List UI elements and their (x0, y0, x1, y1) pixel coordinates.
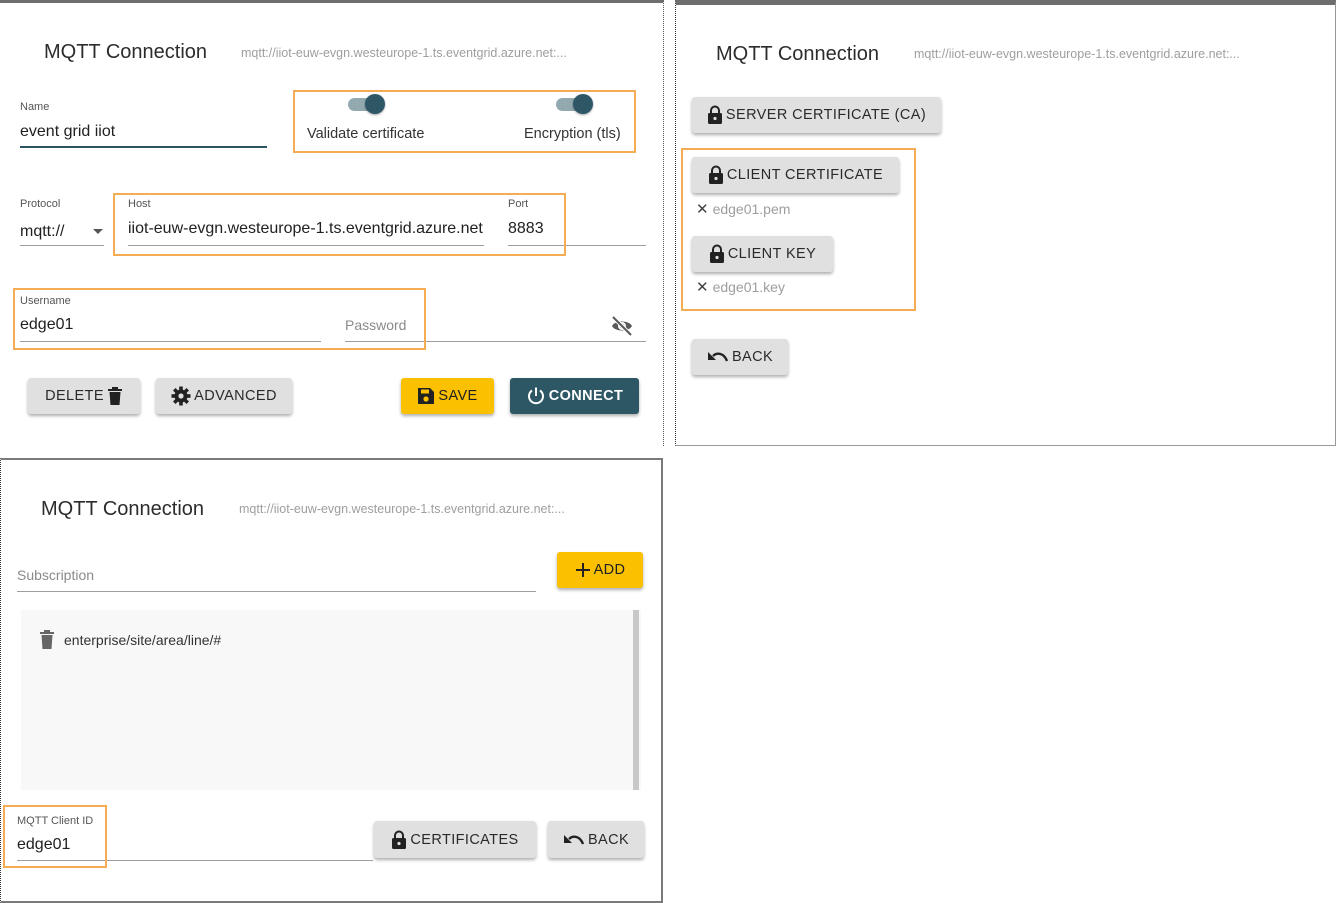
add-button-label: ADD (593, 562, 626, 578)
delete-button[interactable]: DELETE (28, 378, 140, 414)
username-underline (20, 341, 321, 342)
connection-panel: MQTT Connection mqtt://iiot-euw-evgn.wes… (0, 0, 664, 446)
client-id-underline (17, 860, 373, 861)
subscription-topic: enterprise/site/area/line/# (64, 631, 222, 648)
name-label: Name (20, 101, 50, 113)
eye-off-icon[interactable] (610, 315, 634, 342)
connection-url: mqtt://iiot-euw-evgn.westeurope-1.ts.eve… (241, 46, 567, 60)
trash-icon (107, 387, 122, 405)
add-subscription-button[interactable]: ADD (557, 552, 643, 588)
advanced-panel: MQTT Connection mqtt://iiot-euw-evgn.wes… (0, 458, 663, 903)
lock-icon (392, 830, 407, 849)
advanced-button-label: ADVANCED (194, 388, 277, 404)
advanced-button[interactable]: ADVANCED (156, 378, 292, 414)
client-certificate-filename: edge01.pem (712, 201, 791, 217)
host-label: Host (128, 198, 151, 210)
certificates-button[interactable]: CERTIFICATES (374, 821, 536, 858)
host-underline (128, 245, 484, 246)
trash-icon[interactable] (39, 630, 55, 649)
client-key-button[interactable]: CLIENT KEY (692, 236, 833, 272)
lock-icon (708, 165, 723, 184)
client-key-file: ✕ edge01.key (696, 278, 785, 296)
save-button[interactable]: SAVE (401, 378, 494, 414)
back-button[interactable]: BACK (692, 339, 788, 375)
plus-icon (575, 563, 590, 577)
lock-icon (709, 244, 724, 263)
port-label: Port (508, 198, 529, 210)
client-key-label: CLIENT KEY (727, 246, 817, 262)
encryption-label: Encryption (tls) (524, 126, 621, 142)
back-button-label: BACK (731, 349, 774, 365)
undo-icon (707, 352, 729, 362)
floppy-disk-icon (418, 388, 435, 404)
protocol-value: mqtt:// (20, 223, 65, 240)
remove-file-icon[interactable]: ✕ (696, 278, 709, 296)
client-certificate-label: CLIENT CERTIFICATE (726, 167, 884, 183)
connect-button-label: CONNECT (548, 388, 624, 404)
certificates-panel: MQTT Connection mqtt://iiot-euw-evgn.wes… (675, 0, 1336, 446)
certificates-button-label: CERTIFICATES (410, 831, 519, 848)
password-underline (345, 341, 646, 342)
password-field[interactable]: Password (345, 317, 600, 339)
list-item: enterprise/site/area/line/# (39, 630, 221, 649)
name-underline (20, 146, 267, 148)
connect-button[interactable]: CONNECT (510, 378, 639, 414)
username-field[interactable]: edge01 (20, 316, 320, 340)
save-button-label: SAVE (438, 388, 478, 404)
server-certificate-button[interactable]: SERVER CERTIFICATE (CA) (692, 97, 941, 133)
protocol-label: Protocol (20, 198, 61, 210)
back-button-label: BACK (587, 831, 630, 848)
client-id-field[interactable]: edge01 (17, 836, 367, 860)
lock-icon (707, 105, 722, 124)
undo-icon (563, 834, 585, 845)
host-field[interactable]: iiot-euw-evgn.westeurope-1.ts.eventgrid.… (128, 220, 488, 244)
gear-icon (171, 386, 191, 406)
delete-button-label: DELETE (45, 388, 104, 404)
validate-certificate-toggle[interactable] (348, 93, 388, 117)
chevron-down-icon (93, 229, 103, 234)
subscription-input[interactable]: Subscription (17, 567, 535, 589)
protocol-underline (20, 245, 104, 246)
remove-file-icon[interactable]: ✕ (696, 200, 709, 218)
connection-url: mqtt://iiot-euw-evgn.westeurope-1.ts.eve… (914, 47, 1240, 61)
connection-url: mqtt://iiot-euw-evgn.westeurope-1.ts.eve… (239, 502, 565, 516)
client-certificate-file: ✕ edge01.pem (696, 200, 790, 218)
panel-title: MQTT Connection (41, 498, 205, 520)
server-certificate-label: SERVER CERTIFICATE (CA) (725, 107, 927, 123)
port-underline (508, 245, 646, 246)
port-field[interactable]: 8883 (508, 220, 638, 244)
subscription-list: enterprise/site/area/line/# (21, 610, 641, 790)
encryption-toggle[interactable] (556, 93, 596, 117)
protocol-select[interactable]: mqtt:// (20, 219, 104, 245)
panel-title: MQTT Connection (44, 41, 208, 63)
validate-certificate-label: Validate certificate (307, 126, 425, 142)
power-icon (527, 387, 544, 405)
client-certificate-button[interactable]: CLIENT CERTIFICATE (692, 157, 899, 193)
back-button[interactable]: BACK (548, 821, 644, 858)
client-key-filename: edge01.key (712, 279, 785, 295)
panel-title: MQTT Connection (716, 43, 880, 65)
subscription-underline (17, 591, 536, 592)
client-id-label: MQTT Client ID (17, 815, 94, 827)
username-label: Username (20, 295, 71, 307)
scrollbar[interactable] (633, 610, 639, 790)
